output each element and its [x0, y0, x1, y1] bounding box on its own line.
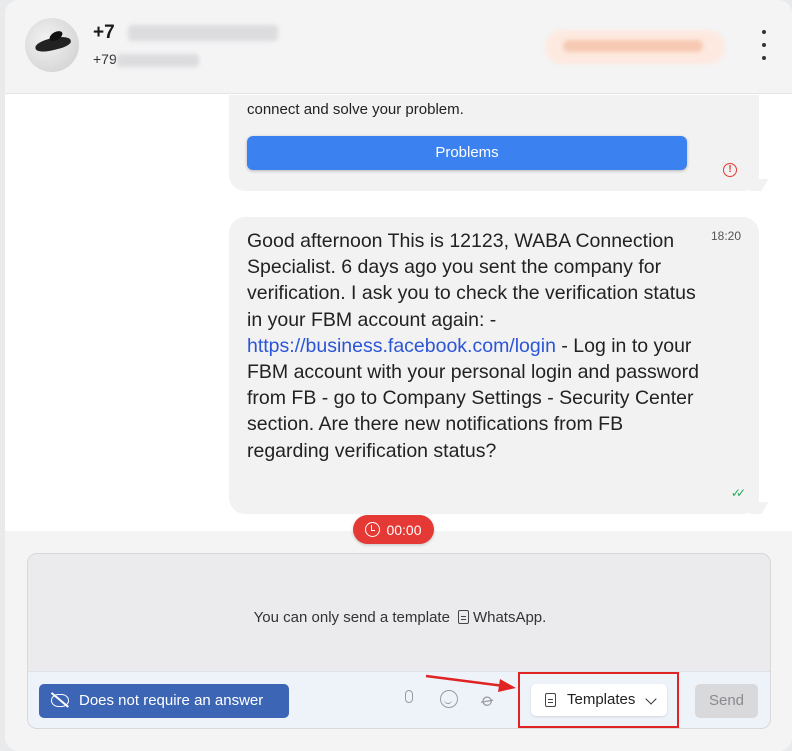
contact-phone-secondary: +79 — [93, 51, 199, 67]
template-only-notice: You can only send a template WhatsApp. — [28, 609, 770, 626]
composer-toolbar: Does not require an answer ⌀ Templates S… — [28, 671, 770, 728]
timer-value: 00:00 — [386, 521, 422, 538]
message-text-part: Good afternoon This is 12123, WABA Conne… — [247, 230, 696, 331]
chat-header: +7 +79 — [5, 0, 792, 94]
document-icon — [457, 610, 469, 624]
message-list[interactable]: connect and solve your problem. Problems… — [5, 95, 792, 530]
chevron-down-icon — [645, 693, 657, 705]
microphone-icon[interactable] — [398, 689, 420, 711]
message-link[interactable]: https://business.facebook.com/login — [247, 335, 556, 357]
recording-timer[interactable]: 00:00 — [353, 515, 434, 544]
redacted-text — [116, 53, 199, 67]
notice-channel: WhatsApp. — [472, 609, 547, 626]
eye-off-icon — [51, 694, 69, 707]
contact-phone-prefix: +7 — [93, 22, 115, 43]
document-icon — [545, 693, 556, 707]
arrow-annotation — [425, 674, 516, 692]
message-time: 18:20 — [710, 229, 741, 243]
composer: You can only send a template WhatsApp. Do… — [27, 553, 771, 729]
no-answer-label: Does not require an answer — [79, 692, 264, 709]
templates-button[interactable]: Templates — [531, 684, 667, 716]
chat-window: +7 +79 connect and solve your problem. P… — [5, 0, 792, 751]
send-button[interactable]: Send — [695, 684, 758, 718]
error-icon[interactable]: ! — [723, 163, 737, 177]
contact-phone-secondary-prefix: +79 — [93, 51, 117, 67]
emoji-icon[interactable] — [438, 689, 460, 711]
more-vertical-icon[interactable] — [757, 30, 771, 60]
message-bubble: 18:20 Good afternoon This is 12123, WABA… — [229, 217, 769, 514]
templates-label: Templates — [567, 691, 636, 708]
composer-area: You can only send a template WhatsApp. Do… — [5, 531, 792, 751]
templates-highlight: Templates — [518, 672, 679, 728]
avatar[interactable] — [25, 18, 79, 72]
problems-button[interactable]: Problems — [247, 136, 687, 170]
notice-text: You can only send a template — [253, 609, 450, 626]
header-status-badge[interactable] — [545, 30, 725, 64]
contact-phone: +7 — [93, 22, 278, 44]
message-text: connect and solve your problem. — [247, 101, 464, 118]
timer-icon — [365, 522, 381, 537]
redacted-text — [127, 24, 278, 41]
double-check-icon: ✓✓ — [730, 486, 746, 500]
message-text: Good afternoon This is 12123, WABA Conne… — [247, 228, 707, 464]
no-answer-button[interactable]: Does not require an answer — [39, 684, 289, 718]
message-bubble: connect and solve your problem. Problems… — [229, 95, 769, 191]
